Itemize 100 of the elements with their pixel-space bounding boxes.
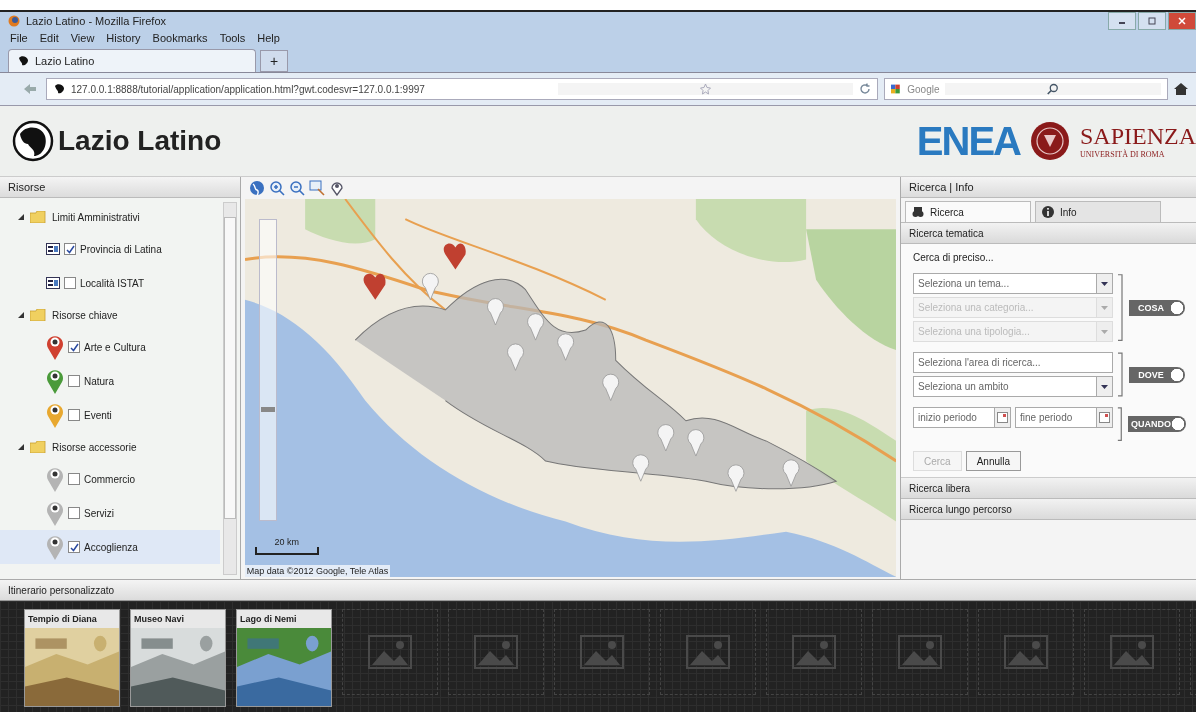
image-placeholder-icon (1004, 635, 1048, 669)
tree-item[interactable]: Risorse chiave (52, 309, 118, 321)
info-icon (1042, 206, 1054, 218)
checkbox[interactable] (64, 277, 76, 289)
checkbox[interactable] (68, 507, 80, 519)
checkbox[interactable] (68, 541, 80, 553)
tree-item[interactable]: Località ISTAT (80, 277, 145, 289)
panel-title: Ricerca | Info (909, 181, 974, 193)
tree-item[interactable]: Arte e Cultura (84, 341, 146, 353)
restore-icon (1148, 17, 1156, 25)
layer-icon (46, 277, 60, 289)
google-icon (891, 83, 902, 95)
toggle-switch[interactable]: DOVE (1129, 366, 1185, 383)
place-card[interactable]: Tempio di Diana (24, 609, 120, 707)
browser-tab[interactable]: Lazio Latino (8, 49, 256, 72)
card-title: Lago di Nemi (239, 613, 298, 626)
scale-label: 20 km (274, 537, 299, 547)
tree-item[interactable]: Eventi (84, 409, 112, 421)
close-button[interactable] (1168, 12, 1196, 30)
menu-item[interactable]: Tools (219, 32, 246, 44)
logo-icon (12, 120, 54, 162)
input-field[interactable]: Seleziona un tema... (913, 273, 1097, 294)
expand-arrow-icon[interactable] (18, 444, 24, 450)
place-card[interactable]: Lago di Nemi (236, 609, 332, 707)
place-card[interactable]: Museo Navi (130, 609, 226, 707)
tree-item[interactable]: Servizi (84, 507, 114, 519)
input-field[interactable]: Seleziona un ambito (913, 376, 1097, 397)
input-field[interactable]: Seleziona l'area di ricerca... (913, 352, 1113, 373)
tree-item[interactable]: Commercio (84, 473, 136, 485)
toggle-switch[interactable]: COSA (1129, 299, 1185, 316)
bracket-icon (1117, 407, 1124, 442)
search-field[interactable]: Google (884, 78, 1168, 100)
menu-item[interactable]: History (106, 32, 141, 44)
checkbox[interactable] (68, 375, 80, 387)
selected-tree-row[interactable]: Accoglienza (0, 530, 220, 564)
app-title: Lazio Latino (58, 125, 222, 157)
sapienza-logo: SAPIENZA (1080, 123, 1196, 149)
zoom-slider-thumb[interactable] (260, 407, 275, 412)
input-field[interactable]: inizio periodo (913, 407, 995, 428)
toggle-switch[interactable]: QUANDO (1127, 416, 1186, 433)
seal-icon (1030, 121, 1070, 161)
section-header[interactable]: Ricerca libera (901, 478, 1196, 500)
menu-item[interactable]: Bookmarks (152, 32, 208, 44)
tree-item[interactable]: Accoglienza (84, 541, 138, 553)
form-button[interactable]: Annulla (965, 451, 1022, 472)
panel-tab[interactable]: Ricerca (905, 201, 1031, 222)
panel-title: Risorse (8, 181, 46, 193)
dropdown-arrow-icon (1101, 384, 1108, 389)
dropdown-button[interactable] (1097, 273, 1113, 294)
checkbox[interactable] (68, 341, 80, 353)
image-placeholder-icon (792, 635, 836, 669)
checkbox[interactable] (68, 473, 80, 485)
checkbox[interactable] (64, 243, 76, 255)
pin-icon[interactable] (328, 180, 345, 196)
dropdown-arrow-icon (1101, 281, 1108, 286)
menu-item[interactable]: View (70, 32, 95, 44)
tree-item[interactable]: Natura (84, 375, 114, 387)
scrollbar[interactable] (222, 202, 237, 575)
expand-arrow-icon[interactable] (18, 214, 24, 220)
date-picker-button[interactable] (1097, 407, 1113, 428)
section-header[interactable]: Ricerca lungo percorso (901, 499, 1196, 521)
zoom-out-icon[interactable] (288, 180, 305, 196)
zoom-box-icon[interactable] (308, 180, 325, 196)
globe-icon[interactable] (248, 180, 265, 196)
tree-item[interactable]: Limiti Amministrativi (52, 211, 140, 223)
panel-tab[interactable]: Info (1035, 201, 1161, 222)
menu-item[interactable]: File (10, 32, 28, 44)
image-placeholder-icon (686, 635, 730, 669)
bracket-icon (1117, 352, 1125, 397)
calendar-icon (997, 412, 1008, 423)
image-placeholder-icon (368, 635, 412, 669)
arrow-icon (23, 83, 37, 95)
zoom-in-icon[interactable] (268, 180, 285, 196)
checkbox[interactable] (68, 409, 80, 421)
folder-icon (30, 309, 46, 321)
reload-icon[interactable] (859, 83, 871, 95)
dropdown-arrow-icon (1101, 305, 1108, 310)
image-placeholder-icon (580, 635, 624, 669)
close-icon (1178, 17, 1186, 25)
site-icon (53, 83, 65, 95)
dropdown-button[interactable] (1097, 376, 1113, 397)
tree-item[interactable]: Provincia di Latina (80, 243, 162, 255)
address-bar[interactable]: 127.0.0.1:8888/tutorial/application/application.html?gwt.codesvr=127.0.0.1:9997 (46, 78, 878, 100)
panel-title: Itinerario personalizzato (8, 584, 115, 596)
bracket-icon (1117, 273, 1125, 342)
scale-bar (254, 547, 319, 555)
minimize-button[interactable] (1108, 12, 1136, 30)
input-field[interactable]: fine periodo (1015, 407, 1097, 428)
menu-item[interactable]: Help (257, 32, 280, 44)
folder-icon (30, 211, 46, 223)
firefox-icon (8, 15, 20, 27)
binoculars-icon (912, 206, 924, 218)
sapienza-subtitle: UNIVERSITÀ DI ROMA (1080, 150, 1166, 159)
date-picker-button[interactable] (995, 407, 1011, 428)
new-tab-button[interactable]: + (260, 50, 288, 72)
section-header[interactable]: Ricerca tematica (901, 223, 1196, 244)
tree-item[interactable]: Risorse accessorie (52, 441, 137, 453)
image-placeholder-icon (474, 635, 518, 669)
menu-item[interactable]: Edit (39, 32, 59, 44)
expand-arrow-icon[interactable] (18, 312, 24, 318)
